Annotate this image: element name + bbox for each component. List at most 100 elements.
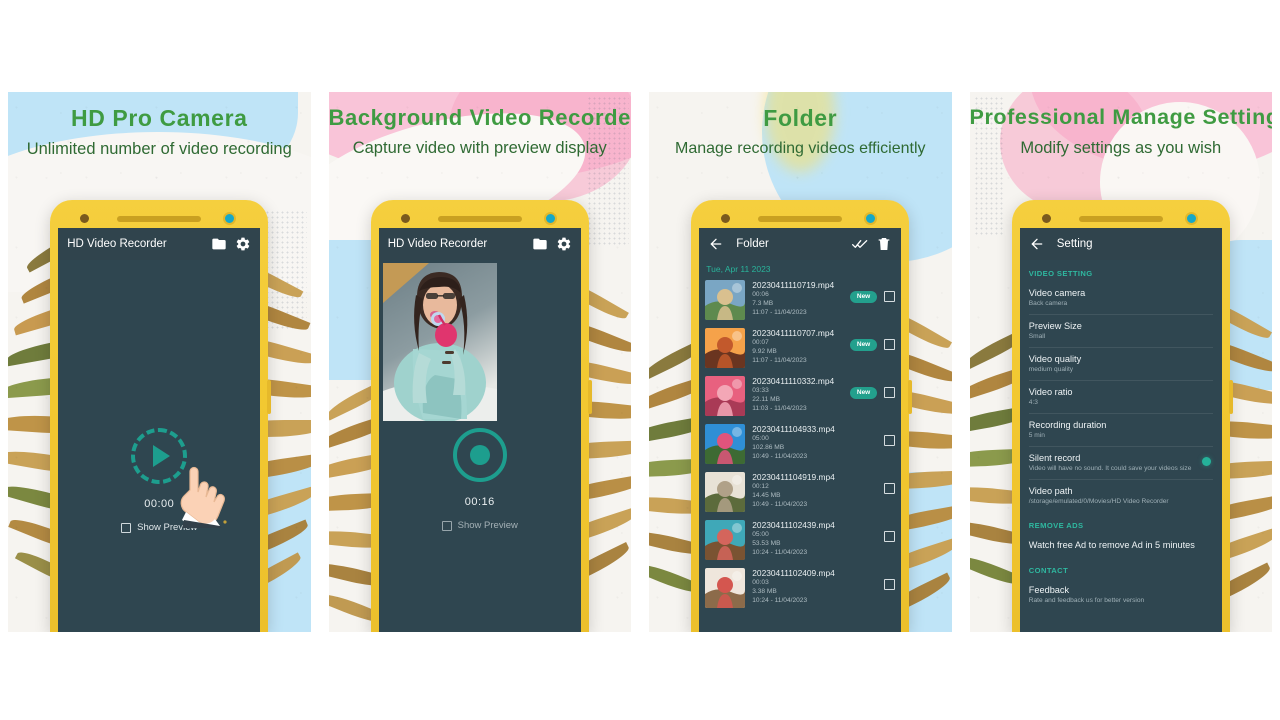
back-arrow-icon[interactable] <box>1029 236 1045 252</box>
camera-dot-icon <box>721 214 731 223</box>
show-preview-row[interactable]: Show Preview <box>379 520 581 531</box>
phone-screen: HD Video Recorder 00:16 Show Preview <box>378 228 581 632</box>
phone-side-button <box>1228 380 1233 414</box>
hand-pointer-icon <box>170 442 244 528</box>
app-title: HD Video Recorder <box>67 238 167 250</box>
video-list-item[interactable]: 20230411104919.mp4 00:12 14.45 MB 10:49 - 1… <box>699 468 901 516</box>
video-select-checkbox[interactable] <box>884 483 896 494</box>
video-list-item[interactable]: 20230411102409.mp4 00:03 3.38 MB 10:24 - 11… <box>699 564 901 612</box>
panel-settings: Professional Manage Setting Modify setti… <box>969 92 1273 632</box>
phone-notch <box>379 208 581 228</box>
phone-notch <box>699 208 901 228</box>
video-row-actions <box>877 472 896 494</box>
panel-heading-group: Professional Manage Setting Modify setti… <box>969 105 1273 158</box>
panel-title: Professional Manage Setting <box>969 105 1273 129</box>
panel-heading-group: Background Video Recorder Capture video … <box>329 105 632 158</box>
preview-video-window[interactable] <box>382 263 497 421</box>
video-duration: 00:03 <box>752 579 769 586</box>
phone-screen: Setting VIDEO SETTING Video camera Back ca… <box>1019 228 1222 632</box>
video-name: 20230411110707.mp4 <box>752 328 835 338</box>
phone-mockup: Setting VIDEO SETTING Video camera Back ca… <box>1011 200 1233 632</box>
video-list-item[interactable]: 20230411110332.mp4 03:33 22.11 MB 11:03 - 1… <box>699 372 901 420</box>
settings-item[interactable]: Video quality medium quality <box>1028 348 1213 381</box>
earpiece-speaker <box>1078 216 1163 222</box>
app-title: Setting <box>1056 238 1093 250</box>
panel-folder: Folder Manage recording videos efficient… <box>649 92 952 632</box>
back-arrow-icon[interactable] <box>708 236 724 252</box>
video-row-actions: New <box>849 328 896 351</box>
settings-list[interactable]: VIDEO SETTING Video camera Back camera Prev… <box>1019 260 1222 632</box>
video-thumbnail <box>705 328 746 368</box>
video-duration: 00:12 <box>752 483 769 490</box>
video-list-item[interactable]: 20230411104933.mp4 05:00 102.86 MB 10:49 - … <box>699 420 901 468</box>
video-size: 22.11 MB <box>752 396 780 404</box>
phone-notch <box>58 208 260 228</box>
folder-icon[interactable] <box>532 236 548 252</box>
settings-item[interactable]: Silent record Video will have no sound. I… <box>1028 447 1213 480</box>
video-list-item[interactable]: 20230411102439.mp4 05:00 53.53 MB 10:24 - 1… <box>699 516 901 564</box>
select-all-icon[interactable] <box>852 236 868 252</box>
settings-item[interactable]: Preview Size Small <box>1028 315 1213 348</box>
video-thumbnail <box>705 280 746 320</box>
earpiece-speaker <box>758 216 843 222</box>
settings-group-label: REMOVE ADS <box>1028 521 1084 530</box>
folder-icon[interactable] <box>211 236 227 252</box>
app-title: HD Video Recorder <box>387 238 488 250</box>
video-meta: 20230411104933.mp4 05:00 102.86 MB 10:49 - … <box>752 424 870 461</box>
settings-item-title: Video path <box>1028 486 1073 496</box>
video-timestamp: 10:49 - 11/04/2023 <box>752 501 808 509</box>
video-select-checkbox[interactable] <box>884 435 896 446</box>
show-preview-checkbox[interactable] <box>121 522 132 533</box>
settings-item-subtitle: Small <box>1028 333 1046 340</box>
video-name: 20230411102409.mp4 <box>752 568 835 578</box>
settings-item[interactable]: Video path/storage/emulated/0/Movies/HD … <box>1029 480 1213 512</box>
app-bar: Folder <box>699 228 902 260</box>
video-thumbnail <box>705 520 746 560</box>
video-meta: 20230411104919.mp4 00:12 14.45 MB 10:49 - 1… <box>752 472 870 509</box>
video-timestamp: 11:07 - 11/04/2023 <box>752 309 807 317</box>
phone-side-button <box>267 380 272 414</box>
settings-item-title: Watch free Ad to remove Ad in 5 minutes <box>1028 540 1195 550</box>
video-select-checkbox[interactable] <box>884 339 896 351</box>
panel-heading-group: Folder Manage recording videos efficient… <box>649 105 952 158</box>
video-row-actions: New <box>849 376 896 399</box>
video-meta: 20230411110332.mp4 03:33 22.11 MB 11:03 - 1… <box>752 376 843 413</box>
settings-item[interactable]: Video camera Back camera <box>1028 282 1213 315</box>
video-select-checkbox[interactable] <box>884 531 896 542</box>
panel-title: HD Pro Camera <box>70 105 248 131</box>
panel-subtitle: Unlimited number of video recording <box>26 140 292 159</box>
show-preview-checkbox[interactable] <box>441 520 452 531</box>
delete-icon[interactable] <box>876 236 892 252</box>
video-timestamp: 11:03 - 11/04/2023 <box>752 405 807 413</box>
video-list[interactable]: Tue, Apr 11 2023 20230411110719.mp4 00:06… <box>699 260 902 632</box>
settings-item-subtitle: medium quality <box>1028 366 1074 373</box>
camera-dot-icon <box>80 214 90 223</box>
settings-item[interactable]: Watch free Ad to remove Ad in 5 minutes <box>1029 534 1213 557</box>
settings-toggle[interactable] <box>1201 457 1211 466</box>
settings-item-title: Silent record <box>1028 453 1081 463</box>
settings-item-subtitle: 5 min <box>1028 432 1045 439</box>
gear-icon[interactable] <box>235 236 251 252</box>
video-meta: 20230411102409.mp4 00:03 3.38 MB 10:24 - 11… <box>752 568 870 605</box>
record-controls: 00:16 Show Preview <box>379 428 581 531</box>
video-size: 3.38 MB <box>752 588 777 596</box>
panel-heading-group: HD Pro Camera Unlimited number of video … <box>8 105 311 159</box>
settings-item[interactable]: Recording duration 5 min <box>1028 414 1213 447</box>
front-camera-icon <box>1184 212 1198 225</box>
video-select-checkbox[interactable] <box>884 579 896 590</box>
front-camera-icon <box>864 212 878 225</box>
video-select-checkbox[interactable] <box>884 387 896 399</box>
settings-item[interactable]: Video ratio 4:3 <box>1028 381 1213 414</box>
record-screen: 00:00 Show Preview <box>58 260 261 632</box>
video-list-item[interactable]: 20230411110707.mp4 00:07 9.92 MB 11:07 - 11… <box>699 324 901 372</box>
video-list-item[interactable]: 20230411110719.mp4 00:06 7.3 MB 11:07 - 11/… <box>699 276 901 324</box>
settings-groups-container: VIDEO SETTING Video camera Back camera Prev… <box>1028 260 1213 611</box>
video-size: 7.3 MB <box>752 300 774 308</box>
record-stop-button[interactable] <box>452 428 507 482</box>
front-camera-icon <box>223 212 237 225</box>
video-select-checkbox[interactable] <box>884 291 896 303</box>
settings-item[interactable]: Feedback Rate and feedback us for better … <box>1029 579 1213 611</box>
phone-side-button <box>908 380 913 414</box>
settings-item-title: Preview Size <box>1028 321 1082 331</box>
gear-icon[interactable] <box>556 236 572 252</box>
